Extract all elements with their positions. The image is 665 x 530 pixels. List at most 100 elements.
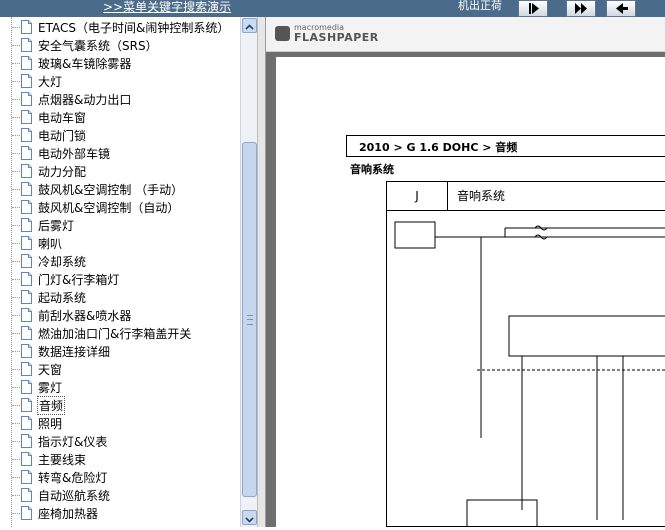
document-icon [21, 74, 32, 88]
tree-connector [12, 278, 20, 280]
tree-item[interactable]: 音频 [12, 395, 240, 415]
tree-connector [12, 224, 20, 226]
tree-item[interactable]: 电动门锁 [12, 126, 240, 144]
diagram-code: J [387, 182, 448, 210]
diagram-title: 音响系统 [457, 189, 506, 203]
document-icon [21, 236, 32, 250]
tree-item[interactable]: 电动外部车镜 [12, 144, 240, 162]
tree-item[interactable]: 指示灯&仪表 [12, 432, 240, 450]
tree-connector [12, 98, 20, 100]
tree-item-label: 喇叭 [38, 236, 63, 251]
tree-item-label: 后雾灯 [38, 218, 75, 233]
tree-item[interactable]: 喇叭 [12, 234, 240, 252]
tree-item[interactable]: 起动系统 [12, 288, 240, 306]
tree-item-label: 大灯 [38, 74, 63, 89]
tree-item-label: 座椅加热器 [38, 506, 99, 521]
diagram-header: J 音响系统 [387, 182, 665, 211]
tree-item-label: 自动巡航系统 [38, 488, 111, 503]
tree-item[interactable]: 鼓风机&空调控制 （手动） [12, 180, 240, 198]
tree-connector [12, 206, 20, 208]
tree-connector [12, 440, 20, 442]
last-page-button[interactable] [566, 0, 596, 17]
tree-item-label: 玻璃&车镜除雾器 [38, 56, 132, 71]
document-icon [21, 326, 32, 340]
document-page: 2010 > G 1.6 DOHC > 音频 音响系统 J 音响系统 [276, 57, 665, 527]
wiring-diagram: J 音响系统 [386, 181, 665, 527]
tree-item-label: 指示灯&仪表 [38, 434, 108, 449]
tree-item[interactable]: 天窗 [12, 360, 240, 378]
tree-item-label: 电动车窗 [38, 110, 87, 125]
tree-connector [12, 80, 20, 82]
tree-connector [12, 368, 20, 370]
scroll-down-button[interactable] [242, 510, 257, 525]
breadcrumb: 2010 > G 1.6 DOHC > 音频 [346, 135, 665, 157]
tree-item-label: 电动外部车镜 [38, 146, 111, 161]
document-icon [21, 92, 32, 106]
tree-item[interactable]: 冷却系统 [12, 252, 240, 270]
document-icon [21, 308, 32, 322]
tree-item[interactable]: 转弯&危险灯 [12, 468, 240, 486]
document-icon [21, 290, 32, 304]
tree-connector [12, 242, 20, 244]
tree-item[interactable]: 照明 [12, 414, 240, 432]
tree-connector [12, 260, 20, 262]
tree-item[interactable]: 主要线束 [12, 450, 240, 468]
back-button[interactable] [606, 0, 636, 17]
document-icon [21, 416, 32, 430]
tree-item[interactable]: 前刮水器&喷水器 [12, 306, 240, 324]
tree-connector [12, 26, 20, 28]
tree-item-label: 冷却系统 [38, 254, 87, 269]
tree-connector [12, 332, 20, 334]
document-icon [21, 164, 32, 178]
tree-item[interactable]: ETACS（电子时间&闹钟控制系统） [12, 18, 240, 36]
document-icon [21, 200, 32, 214]
document-icon [21, 506, 32, 520]
tree-item[interactable]: 鼓风机&空调控制（自动） [12, 198, 240, 216]
tree-item-label: 数据连接详细 [38, 344, 111, 359]
tree-item[interactable]: 数据连接详细 [12, 342, 240, 360]
tree-item[interactable]: 燃油加油口门&行李箱盖开关 [12, 324, 240, 342]
panel-splitter[interactable] [257, 17, 266, 527]
next-page-button[interactable] [518, 0, 548, 17]
tree-item[interactable]: 后雾灯 [12, 216, 240, 234]
tree-item[interactable]: 玻璃&车镜除雾器 [12, 54, 240, 72]
tree-item-label: 点烟器&动力出口 [38, 92, 132, 107]
tree-connector [12, 62, 20, 64]
document-icon [21, 344, 32, 358]
document-icon [21, 38, 32, 52]
tree-item[interactable]: 点烟器&动力出口 [12, 90, 240, 108]
document-icon [21, 254, 32, 268]
tree-item[interactable]: 雾灯 [12, 378, 240, 396]
tree-item-label: 音频 [36, 395, 66, 415]
tree-item[interactable]: 动力分配 [12, 162, 240, 180]
tree-scrollbar[interactable] [240, 17, 257, 527]
tree-connector [12, 458, 20, 460]
document-icon [21, 128, 32, 142]
grip-icon [247, 315, 253, 325]
tree-item[interactable]: 安全气囊系统（SRS） [12, 36, 240, 54]
tree-item[interactable]: 门灯&行李箱灯 [12, 270, 240, 288]
tree-item[interactable]: 大灯 [12, 72, 240, 90]
tree-connector [12, 476, 20, 478]
scroll-up-button[interactable] [242, 18, 257, 33]
tree-item-label: 电动门锁 [38, 128, 87, 143]
tree-item-label: 雾灯 [38, 380, 63, 395]
tree-connector [12, 134, 20, 136]
tree-item-label: 鼓风机&空调控制（自动） [38, 200, 180, 215]
top-toolbar: >>菜单关键字搜索演示 机出正荷 [0, 0, 665, 17]
scroll-thumb[interactable] [242, 142, 257, 497]
brand-name: FLASHPAPER [294, 31, 379, 44]
document-icon [21, 56, 32, 70]
document-icon [21, 452, 32, 466]
double-arrow-icon [575, 3, 587, 14]
tree-connector [12, 152, 20, 154]
document-icon [21, 488, 32, 502]
menu-keyword-search-link[interactable]: >>菜单关键字搜索演示 [103, 0, 231, 15]
tree-item[interactable]: 自动巡航系统 [12, 486, 240, 504]
tree-item[interactable]: 座椅加热器 [12, 504, 240, 522]
toolbar-label: 机出正荷 [458, 0, 502, 12]
menu-tree: ETACS（电子时间&闹钟控制系统） 安全气囊系统（SRS） 玻璃&车镜除雾器 大灯点… [0, 17, 240, 527]
flashpaper-viewer: macromedia FLASHPAPER 2010 > G 1.6 DOHC … [266, 17, 665, 527]
tree-connector [12, 422, 20, 424]
tree-item[interactable]: 电动车窗 [12, 108, 240, 126]
